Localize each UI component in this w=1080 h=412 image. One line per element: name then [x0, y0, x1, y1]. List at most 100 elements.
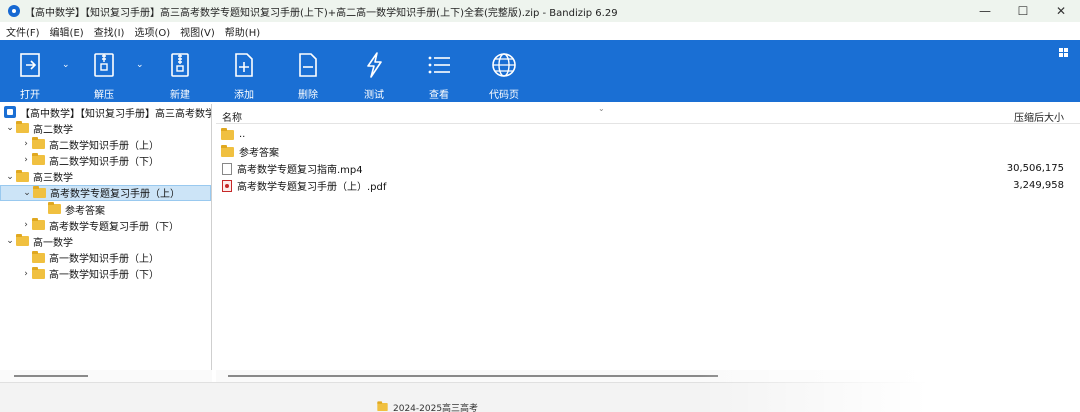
menu-bar: 文件(F) 编辑(E) 查找(I) 选项(O) 视图(V) 帮助(H) — [0, 22, 1080, 40]
new-button[interactable]: 新建 — [154, 40, 206, 102]
tree-node[interactable]: ⌄ 高考数学专题复习手册（上） — [0, 184, 211, 201]
window-shadow-fade — [700, 370, 1080, 412]
codepage-button[interactable]: 代码页 — [478, 40, 530, 102]
file-list-row[interactable]: 参考答案 — [216, 143, 1080, 160]
delete-button[interactable]: 删除 — [282, 40, 334, 102]
extract-icon — [94, 53, 114, 77]
globe-icon — [492, 53, 516, 77]
list-header: 名称 ⌄ 压缩后大小 — [216, 104, 1080, 124]
tree-root-label: 【高中数学】【知识复习手册】高三高考数学专题知识复习手册(上下)+高二高一数学知… — [20, 108, 211, 120]
test-label: 测试 — [364, 90, 384, 101]
tree-scroll-thumb[interactable] — [14, 375, 88, 377]
codepage-label: 代码页 — [489, 90, 519, 101]
folder-tree[interactable]: 【高中数学】【知识复习手册】高三高考数学专题知识复习手册(上下)+高二高一数学知… — [0, 104, 212, 374]
extract-dropdown-arrow[interactable]: ⌄ — [136, 60, 144, 70]
file-list-row[interactable]: .. — [216, 126, 1080, 143]
chevron-down-icon[interactable]: ⌄ — [4, 172, 16, 182]
toolbar: 打开 ⌄ 解压 ⌄ 新建 添加 删除 测试 查看 代码页 — [0, 40, 1080, 102]
open-label: 打开 — [20, 90, 40, 101]
new-label: 新建 — [170, 90, 190, 101]
tree-node-label: 高三数学 — [33, 173, 73, 185]
folder-icon — [32, 218, 45, 231]
file-name: .. — [239, 129, 246, 140]
open-dropdown-arrow[interactable]: ⌄ — [62, 60, 70, 70]
close-button[interactable]: ✕ — [1042, 0, 1080, 22]
view-button[interactable]: 查看 — [413, 40, 465, 102]
file-list-row[interactable]: 高考数学专题复习指南.mp4 30,506,175 — [216, 160, 1080, 177]
tree-node[interactable]: ⌄ 高三数学 — [0, 169, 211, 185]
folder-icon — [33, 185, 46, 198]
menu-options[interactable]: 选项(O) — [134, 24, 170, 39]
menu-view[interactable]: 视图(V) — [180, 24, 215, 39]
column-header-name[interactable]: 名称 — [222, 109, 242, 124]
tree-node-label: 参考答案 — [65, 205, 105, 217]
tree-node-label: 高二数学 — [33, 124, 73, 136]
tree-node-label: 高二数学知识手册（上） — [49, 140, 159, 152]
bandizip-app-icon — [8, 5, 20, 17]
tree-node-label: 高考数学专题复习手册（下） — [49, 221, 179, 233]
folder-icon — [32, 137, 45, 150]
file-list[interactable]: 名称 ⌄ 压缩后大小 .. 参考答案高考数学专题复习指南.mp4 30,506,17… — [216, 104, 1080, 374]
file-compressed-size: 3,249,958 — [1013, 180, 1064, 191]
column-header-compressed-size[interactable]: 压缩后大小 — [1014, 109, 1064, 124]
chevron-right-icon[interactable]: › — [20, 139, 32, 149]
add-button[interactable]: 添加 — [218, 40, 270, 102]
file-name: 参考答案 — [239, 148, 279, 159]
tree-node[interactable]: ⌄ 高一数学 — [0, 233, 211, 249]
window-controls: — ☐ ✕ — [966, 0, 1080, 22]
chevron-down-icon[interactable]: ⌄ — [4, 123, 16, 133]
tree-node[interactable]: › 高二数学知识手册（下） — [0, 152, 211, 168]
list-view-icon — [428, 56, 450, 74]
background-window-peek: 2024-2025高三高考 — [376, 401, 516, 412]
menu-help[interactable]: 帮助(H) — [225, 24, 260, 39]
chevron-down-icon[interactable]: ⌄ — [4, 236, 16, 246]
folder-icon — [16, 234, 29, 247]
tree-node[interactable]: › 高一数学知识手册（下） — [0, 266, 211, 282]
menu-file[interactable]: 文件(F) — [6, 24, 40, 39]
list-scroll-thumb[interactable] — [228, 375, 718, 377]
delete-file-icon — [299, 53, 317, 77]
extract-label: 解压 — [94, 90, 114, 101]
sort-caret-icon: ⌄ — [598, 104, 605, 113]
pdf-file-icon — [222, 179, 232, 192]
open-button[interactable]: 打开 — [4, 40, 56, 102]
open-icon — [20, 53, 40, 77]
extract-button[interactable]: 解压 — [78, 40, 130, 102]
zip-archive-icon — [4, 106, 16, 118]
folder-icon — [32, 266, 45, 279]
tree-node[interactable]: › 高二数学知识手册（上） — [0, 136, 211, 152]
menu-find[interactable]: 查找(I) — [94, 24, 125, 39]
file-name: 高考数学专题复习手册（上）.pdf — [237, 182, 387, 193]
chevron-right-icon[interactable]: › — [20, 220, 32, 230]
file-compressed-size: 30,506,175 — [1006, 163, 1064, 174]
tree-node[interactable]: › 高考数学专题复习手册（下） — [0, 217, 211, 233]
tree-horizontal-scrollbar[interactable] — [0, 370, 212, 382]
tree-root-archive[interactable]: 【高中数学】【知识复习手册】高三高考数学专题知识复习手册(上下)+高二高一数学知… — [0, 104, 211, 120]
file-list-row[interactable]: 高考数学专题复习手册（上）.pdf 3,249,958 — [216, 177, 1080, 194]
test-button[interactable]: 测试 — [348, 40, 400, 102]
chevron-right-icon[interactable]: › — [20, 155, 32, 165]
chevron-down-icon[interactable]: ⌄ — [21, 188, 33, 198]
minimize-button[interactable]: — — [966, 0, 1004, 22]
window-title: 【高中数学】【知识复习手册】高三高考数学专题知识复习手册(上下)+高二高一数学知… — [25, 7, 618, 19]
layout-grid-icon[interactable] — [1059, 48, 1068, 57]
tree-node-label: 高一数学知识手册（下） — [49, 270, 159, 282]
tree-node-label: 高一数学 — [33, 237, 73, 249]
chevron-right-icon[interactable]: › — [20, 269, 32, 279]
file-icon — [222, 162, 232, 175]
tree-node-label: 高一数学知识手册（上） — [49, 254, 159, 266]
background-folder-label: 2024-2025高三高考 — [393, 403, 479, 412]
tree-node-label: 高考数学专题复习手册（上） — [50, 189, 180, 201]
new-archive-icon — [171, 53, 189, 77]
tree-node[interactable]: 高一数学知识手册（上） — [0, 250, 211, 266]
maximize-button[interactable]: ☐ — [1004, 0, 1042, 22]
tree-node[interactable]: 参考答案 — [0, 201, 211, 217]
menu-edit[interactable]: 编辑(E) — [50, 24, 84, 39]
file-name: 高考数学专题复习指南.mp4 — [237, 165, 363, 176]
add-file-icon — [235, 53, 253, 77]
folder-icon — [221, 144, 234, 157]
tree-node[interactable]: ⌄ 高二数学 — [0, 120, 211, 136]
folder-icon — [32, 250, 45, 263]
title-bar: 【高中数学】【知识复习手册】高三高考数学专题知识复习手册(上下)+高二高一数学知… — [0, 0, 1080, 22]
add-label: 添加 — [234, 90, 254, 101]
